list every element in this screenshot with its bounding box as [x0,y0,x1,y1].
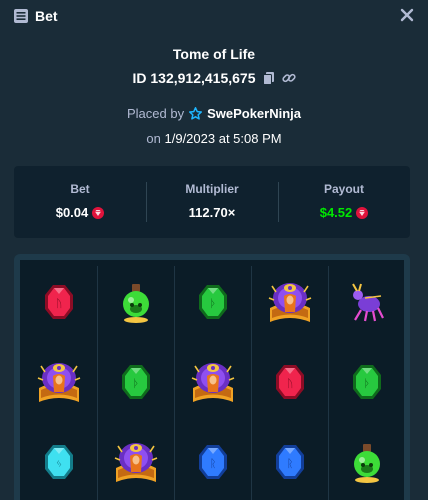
green-potion-symbol [343,438,391,486]
multiplier-stat: Multiplier 112.70× [146,166,278,238]
svg-text:ᚢ: ᚢ [286,377,293,390]
book-of-life-symbol [35,358,83,406]
link-icon[interactable] [281,71,296,85]
red-gem-symbol: ᚢ [266,358,314,406]
game-title[interactable]: Tome of Life [0,46,428,62]
username-link[interactable]: SwePokerNinja [207,106,301,121]
bet-value-row: $0.04 [14,205,146,220]
green-gem-symbol: ᚦ [189,278,237,326]
blue-gem-symbol: ᚱ [266,438,314,486]
payout-label: Payout [323,182,364,196]
multiplier-value-row: 112.70× [146,205,278,220]
reel-divider [328,266,329,500]
bet-id: ID 132,912,415,675 [132,70,256,86]
payout-stat: Payout $4.52 [278,166,410,238]
placed-by-row: Placed by SwePokerNinja [0,106,428,121]
blue-gem-symbol: ᚱ [189,438,237,486]
book-of-life-symbol [112,438,160,486]
red-gem-symbol: ᚢ [35,278,83,326]
close-icon[interactable] [398,6,416,24]
ruby-coin-icon [356,206,369,219]
reel-divider [174,266,175,500]
bet-stats-panel: Bet $0.04 Multiplier 112.70× Payout $4.5… [14,166,410,238]
payout-value: $4.52 [319,205,353,220]
purple-spider-symbol [343,278,391,326]
svg-text:ᚱ: ᚱ [209,457,216,470]
date-value: 1/9/2023 at 5:08 PM [164,131,282,146]
svg-text:ᚦ: ᚦ [132,377,139,390]
bet-value: $0.04 [55,205,89,220]
multiplier-label: Multiplier [185,182,239,196]
bet-date: on 1/9/2023 at 5:08 PM [0,131,428,146]
reel-divider [97,266,98,500]
green-gem-symbol: ᚦ [112,358,160,406]
green-gem-symbol: ᚦ [343,358,391,406]
bet-id-row: ID 132,912,415,675 [0,70,428,86]
svg-text:ᚱ: ᚱ [286,457,293,470]
cyan-gem-symbol: ᛃ [35,438,83,486]
svg-text:ᚦ: ᚦ [209,297,216,310]
bet-label: Bet [70,182,90,196]
book-of-life-symbol [266,278,314,326]
reel-grid: ᚢ ᛃ ᚦ ᚦ ᚱ ᚢ ᚱ ᚦ [20,260,404,500]
modal-header: Bet [0,0,428,32]
copy-icon[interactable] [262,71,276,85]
svg-text:ᚢ: ᚢ [55,297,62,310]
slot-board: ᚢ ᛃ ᚦ ᚦ ᚱ ᚢ ᚱ ᚦ [14,254,410,500]
placed-by-label: Placed by [126,106,185,121]
modal-title: Bet [35,8,58,24]
slots-icon [14,9,28,23]
bet-stat: Bet $0.04 [14,166,146,238]
multiplier-value: 112.70× [188,205,236,220]
svg-text:ᛃ: ᛃ [55,457,62,470]
book-of-life-symbol [189,358,237,406]
ruby-coin-icon [92,206,105,219]
payout-value-row: $4.52 [278,205,410,220]
reel-divider [251,266,252,500]
date-prefix: on [146,131,161,146]
svg-text:ᚦ: ᚦ [363,377,370,390]
star-icon [189,107,203,120]
green-potion-symbol [112,278,160,326]
